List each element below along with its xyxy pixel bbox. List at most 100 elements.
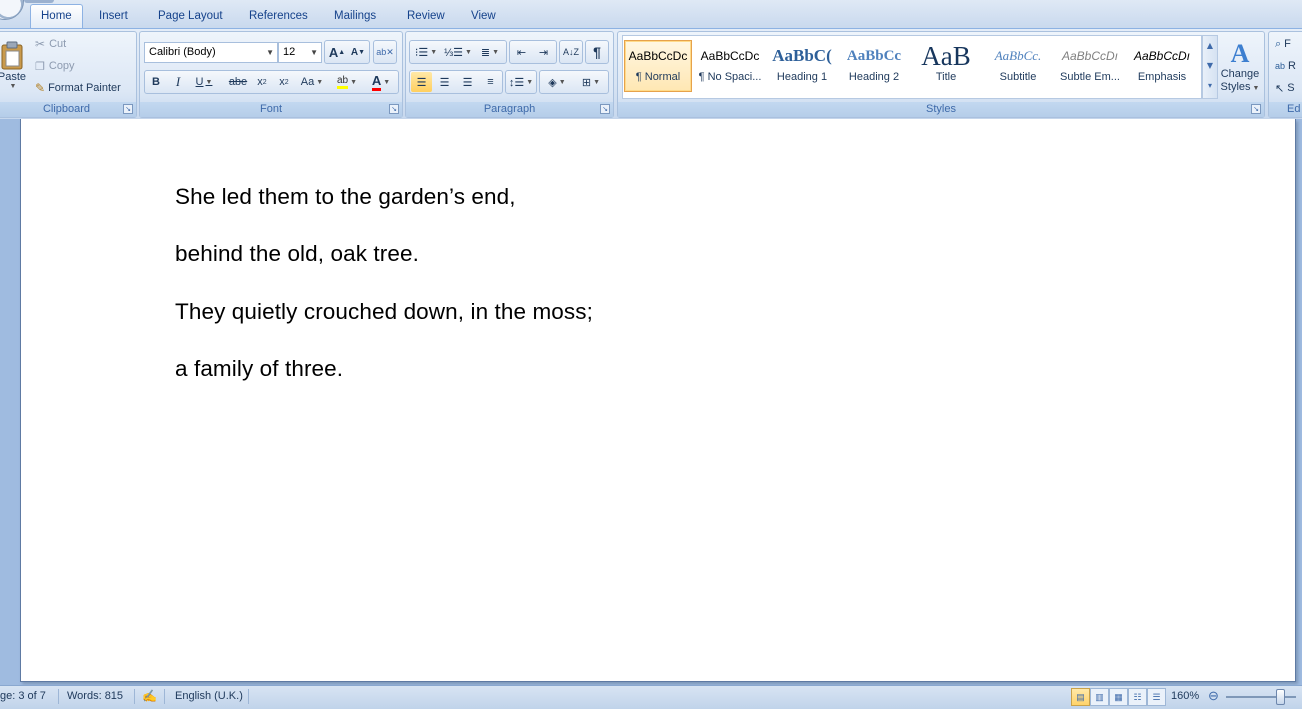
decrease-indent-icon[interactable]: ⇤ xyxy=(511,42,532,62)
highlight-icon[interactable]: ab ▼ xyxy=(333,72,361,92)
paragraph-dialog-launcher[interactable]: ↘ xyxy=(600,104,610,114)
gallery-scroll[interactable]: ▲ ▼ ▾ xyxy=(1202,35,1218,99)
tab-review[interactable]: Review xyxy=(397,5,455,27)
document-line-1[interactable]: She led them to the garden’s end, xyxy=(175,184,516,210)
style-heading-1[interactable]: AaBbC( Heading 1 xyxy=(768,40,836,92)
copy-button[interactable]: ❐ Copy xyxy=(35,57,75,75)
subscript-icon[interactable]: x2 xyxy=(253,72,271,92)
proofing-errors-icon[interactable]: ✍ xyxy=(142,686,157,707)
document-line-4[interactable]: a family of three. xyxy=(175,356,343,382)
style-sample: AaBbCcDı xyxy=(1061,49,1119,63)
bold-icon[interactable]: B xyxy=(147,72,165,92)
gallery-more-icon[interactable]: ▾ xyxy=(1203,76,1217,96)
borders-icon[interactable]: ⊞ ▼ xyxy=(575,72,607,92)
paste-label: Paste xyxy=(0,70,27,83)
zoom-level[interactable]: 160% xyxy=(1171,686,1199,707)
tab-mailings[interactable]: Mailings xyxy=(324,5,386,27)
font-family-select[interactable]: Calibri (Body) ▼ xyxy=(144,42,278,63)
style-title[interactable]: AaB Title xyxy=(912,40,980,92)
align-right-icon[interactable]: ☰ xyxy=(457,72,478,92)
document-line-2[interactable]: behind the old, oak tree. xyxy=(175,241,419,267)
tab-view[interactable]: View xyxy=(461,5,506,27)
clipboard-dialog-launcher[interactable]: ↘ xyxy=(123,104,133,114)
style-emphasis[interactable]: AaBbCcDı Emphasis xyxy=(1128,40,1196,92)
italic-icon[interactable]: I xyxy=(169,72,187,92)
print-layout-view-icon[interactable]: ▤ xyxy=(1071,688,1090,706)
tab-references[interactable]: References xyxy=(239,5,318,27)
full-screen-reading-view-icon[interactable]: ▥ xyxy=(1090,688,1109,706)
office-button[interactable] xyxy=(0,0,24,20)
styles-dialog-launcher[interactable]: ↘ xyxy=(1251,104,1261,114)
font-size-select[interactable]: 12 ▼ xyxy=(278,42,322,63)
style-subtitle[interactable]: AaBbCc. Subtitle xyxy=(984,40,1052,92)
clear-formatting-button[interactable]: ab✕ xyxy=(373,40,397,64)
style-no-spacing[interactable]: AaBbCcDc ¶ No Spaci... xyxy=(696,40,764,92)
web-layout-view-icon[interactable]: ▦ xyxy=(1109,688,1128,706)
draft-view-icon[interactable]: ☰ xyxy=(1147,688,1166,706)
sort-button[interactable]: A↓Z xyxy=(559,40,583,64)
bullets-icon[interactable]: ⁝☰ ▼ xyxy=(411,42,441,62)
font-format-buttons: B I U ▼ abe x2 x2 Aa ▼ ab ▼ A ▼ xyxy=(144,70,399,94)
underline-icon[interactable]: U ▼ xyxy=(191,72,217,92)
tab-home[interactable]: Home xyxy=(30,4,83,28)
document-line-3[interactable]: They quietly crouched down, in the moss; xyxy=(175,299,593,325)
replace-icon: ab xyxy=(1275,61,1286,71)
shading-icon[interactable]: ◈ ▼ xyxy=(541,72,573,92)
font-size-value: 12 xyxy=(283,46,296,58)
zoom-slider-thumb[interactable] xyxy=(1276,689,1285,705)
show-hide-button[interactable]: ¶ xyxy=(585,40,609,64)
change-styles-button[interactable]: A Change Styles ▼ xyxy=(1218,36,1262,98)
increase-indent-icon[interactable]: ⇥ xyxy=(533,42,554,62)
grow-font-icon[interactable]: A ▲ xyxy=(327,42,347,62)
change-case-icon[interactable]: Aa ▼ xyxy=(297,72,327,92)
word-count[interactable]: Words: 815 xyxy=(67,686,123,707)
numbering-icon[interactable]: ⅓☰ ▼ xyxy=(443,42,473,62)
select-label: S xyxy=(1287,82,1295,94)
style-sample: AaBbCcDc xyxy=(700,49,760,63)
cut-button[interactable]: ✂ Cut xyxy=(35,35,66,53)
superscript-icon[interactable]: x2 xyxy=(275,72,293,92)
quick-access-toolbar[interactable] xyxy=(24,0,54,3)
style-sample: AaBbCc xyxy=(846,48,902,64)
replace-button[interactable]: ab R xyxy=(1275,57,1296,75)
tab-insert[interactable]: Insert xyxy=(89,5,138,27)
replace-label: R xyxy=(1288,60,1296,72)
tab-page-layout[interactable]: Page Layout xyxy=(148,5,233,27)
style-subtle-emphasis[interactable]: AaBbCcDı Subtle Em... xyxy=(1056,40,1124,92)
zoom-out-icon[interactable]: ⊖ xyxy=(1208,686,1219,707)
outline-view-icon[interactable]: ☷ xyxy=(1128,688,1147,706)
shrink-font-icon[interactable]: A ▼ xyxy=(348,42,368,62)
page-counter[interactable]: ge: 3 of 7 xyxy=(0,686,46,707)
style-name: Title xyxy=(935,71,957,83)
justify-icon[interactable]: ≡ xyxy=(480,72,501,92)
style-heading-2[interactable]: AaBbCc Heading 2 xyxy=(840,40,908,92)
align-left-icon[interactable]: ☰ xyxy=(411,72,432,92)
copy-label: Copy xyxy=(48,60,75,72)
font-color-icon[interactable]: A ▼ xyxy=(367,72,395,92)
find-button[interactable]: ⌕ F xyxy=(1275,35,1291,53)
zoom-slider-track[interactable] xyxy=(1226,696,1296,698)
style-normal[interactable]: AaBbCcDc ¶ Normal xyxy=(624,40,692,92)
font-group-label: Font xyxy=(140,102,402,117)
clear-formatting-icon: ab✕ xyxy=(376,46,394,57)
language-indicator[interactable]: English (U.K.) xyxy=(175,686,243,707)
line-spacing-button[interactable]: ↕☰ ▼ xyxy=(505,70,537,94)
font-group: Calibri (Body) ▼ 12 ▼ A ▲ A ▼ ab✕ B I U ▼ a… xyxy=(139,31,403,118)
clipboard-group: Paste ▼ ✂ Cut ❐ Copy ✎ Format Painter Cl… xyxy=(0,31,137,118)
strikethrough-icon[interactable]: abe xyxy=(227,72,249,92)
chevron-down-icon[interactable]: ▼ xyxy=(1203,56,1217,76)
status-bar: ge: 3 of 7 Words: 815 ✍ English (U.K.) ▤… xyxy=(0,685,1302,709)
multilevel-list-icon[interactable]: ≣ ▼ xyxy=(475,42,505,62)
paste-button[interactable]: Paste ▼ xyxy=(0,36,27,94)
paragraph-group-label: Paragraph xyxy=(406,102,613,117)
font-family-value: Calibri (Body) xyxy=(149,46,216,58)
select-button[interactable]: ↖ S xyxy=(1275,79,1295,97)
ribbon: Paste ▼ ✂ Cut ❐ Copy ✎ Format Painter Cl… xyxy=(0,28,1302,120)
format-painter-button[interactable]: ✎ Format Painter xyxy=(35,79,121,97)
font-dialog-launcher[interactable]: ↘ xyxy=(389,104,399,114)
document-page[interactable]: She led them to the garden’s end, behind… xyxy=(20,119,1296,682)
scissors-icon: ✂ xyxy=(35,37,46,51)
cursor-arrow-icon: ↖ xyxy=(1275,82,1285,95)
align-center-icon[interactable]: ☰ xyxy=(434,72,455,92)
chevron-up-icon[interactable]: ▲ xyxy=(1203,36,1217,56)
